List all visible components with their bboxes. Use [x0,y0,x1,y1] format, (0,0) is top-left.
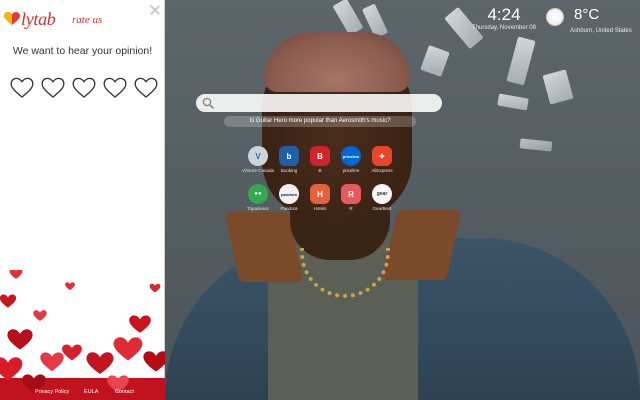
tripadvisor-icon: ●● [248,184,268,204]
close-icon[interactable] [148,3,162,17]
speed-dial-tile-booking[interactable]: b Booking [273,146,305,173]
speed-dial-tile-r[interactable]: R R [335,184,367,211]
tile-label: AliExpress [371,168,393,173]
crystal-decoration [542,69,574,105]
gearbest-icon: gear [372,184,392,204]
priceline-icon: priceline [341,146,361,166]
tile-label: B [318,168,322,173]
crystal-decoration [506,36,536,86]
crystal-decoration [519,138,553,152]
heart-rating-2-icon[interactable] [41,77,65,99]
person-hair [264,32,410,92]
tile-label: GearBest [372,206,392,211]
heart-rating [10,77,160,101]
clock-widget: 4:24 Thursday, November 08 [468,5,540,32]
heart-rating-4-icon[interactable] [103,77,127,99]
search-input[interactable] [218,96,434,110]
speed-dial-tile-b[interactable]: B B [304,146,336,173]
tile-label: priceline [342,168,360,173]
heart-logo-icon [4,12,20,25]
clock-date: Thursday, November 08 [472,25,536,31]
speed-dial-tile-tripadvisor[interactable]: ●● Tripadvisor [242,184,274,211]
hotels-icon: H [310,184,330,204]
speed-dial-tile-hotels[interactable]: H Hotels [304,184,336,211]
weather-location: Ashburn, United States [570,28,632,34]
crystal-decoration [420,45,450,77]
speed-dial-tile-aliexpress[interactable]: ✦ AliExpress [366,146,398,173]
panel-footer: Privacy Policy EULA Contact [0,387,165,399]
tile-label: Hotels [313,206,327,211]
pandora-icon: pandora [279,184,299,204]
heart-rating-1-icon[interactable] [10,77,34,99]
lytab-logo: lytab rate us [4,7,144,31]
vudu-icon: V [248,146,268,166]
crystal-decoration [332,0,364,36]
search-icon [202,97,214,109]
hearts-decoration [0,270,165,400]
speed-dial-tile-gearbest[interactable]: gear GearBest [366,184,398,211]
eula-link[interactable]: EULA [84,389,98,395]
opinion-prompt: We want to hear your opinion! [12,45,153,57]
heart-rating-3-icon[interactable] [72,77,96,99]
contact-link[interactable]: Contact [115,389,134,395]
speed-dial-tile-pandora[interactable]: pandora Pandora [273,184,305,211]
speed-dial-tile-vudu[interactable]: V V/Store Canada [242,146,274,173]
b-app-icon: B [310,146,330,166]
crystal-decoration [497,93,529,111]
tile-label: R [349,206,353,211]
brand-tagline: rate us [72,14,103,26]
aliexpress-icon: ✦ [372,146,392,166]
search-suggestion[interactable]: Is Guitar Hero more popular than Aerosmi… [224,116,416,127]
speed-dial-tile-priceline[interactable]: priceline priceline [335,146,367,173]
sun-icon [546,8,564,26]
tile-label: Tripadvisor [246,206,270,211]
tile-label: V/Store Canada [242,168,274,173]
brand-name: lytab [21,9,56,29]
rate-us-panel: lytab rate us We want to hear your opini… [0,0,165,400]
tile-label: Pandora [280,206,298,211]
clock-time: 4:24 [487,5,521,24]
weather-temperature: 8°C [574,6,600,23]
search-bar[interactable] [196,94,442,112]
r-app-icon: R [341,184,361,204]
heart-rating-5-icon[interactable] [134,77,158,99]
privacy-policy-link[interactable]: Privacy Policy [35,389,69,395]
tile-label: Booking [280,168,298,173]
booking-icon: b [279,146,299,166]
